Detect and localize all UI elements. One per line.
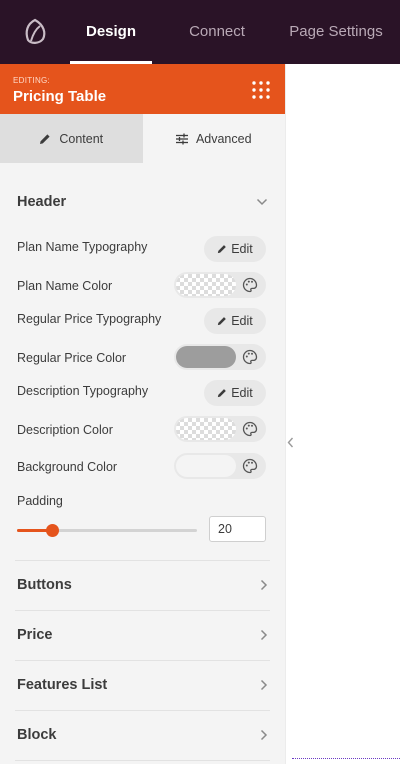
pencil-icon xyxy=(218,245,227,254)
chevron-down-icon xyxy=(256,198,268,206)
section-title-block: Block xyxy=(17,727,57,743)
section-price[interactable]: Price xyxy=(0,610,285,660)
padding-label: Padding xyxy=(17,494,63,508)
regular-price-color-label: Regular Price Color xyxy=(17,351,127,365)
padding-slider[interactable] xyxy=(17,524,197,537)
editing-label: EDITING: xyxy=(13,76,51,85)
description-color-picker[interactable] xyxy=(174,416,266,442)
divider xyxy=(15,760,270,761)
chevron-right-icon xyxy=(260,629,268,641)
section-title-buttons: Buttons xyxy=(17,577,72,593)
edit-label: Edit xyxy=(231,386,253,400)
regular-price-color-picker[interactable] xyxy=(174,344,266,370)
palette-icon[interactable] xyxy=(242,349,258,365)
description-color-label: Description Color xyxy=(17,423,113,437)
description-typography-label: Description Typography xyxy=(17,384,149,398)
palette-icon[interactable] xyxy=(242,421,258,437)
pencil-icon xyxy=(40,133,50,144)
color-swatch[interactable] xyxy=(176,455,236,477)
section-title-header: Header xyxy=(17,194,67,210)
seedprod-leaf-icon[interactable] xyxy=(0,0,70,64)
section-features-list[interactable]: Features List xyxy=(0,660,285,710)
plan-name-typography-label: Plan Name Typography xyxy=(17,240,148,254)
tab-advanced[interactable]: Advanced xyxy=(142,114,285,163)
section-block[interactable]: Block xyxy=(0,710,285,760)
plan-name-color-picker[interactable] xyxy=(174,272,266,298)
tab-content[interactable]: Content xyxy=(0,114,143,163)
chevron-right-icon xyxy=(260,579,268,591)
content-advanced-tabs: Content Advanced xyxy=(0,114,285,163)
color-swatch[interactable] xyxy=(176,418,236,440)
editing-header: EDITING: Pricing Table xyxy=(0,64,285,114)
pencil-icon xyxy=(218,389,227,398)
tab-page-settings[interactable]: Page Settings xyxy=(280,0,392,64)
sliders-icon xyxy=(175,133,188,144)
edit-label: Edit xyxy=(231,242,253,256)
section-header[interactable]: Header xyxy=(0,177,285,227)
chevron-left-icon xyxy=(287,437,293,447)
tab-advanced-label: Advanced xyxy=(195,131,252,146)
description-typography-edit-button[interactable]: Edit xyxy=(204,380,266,406)
padding-input[interactable] xyxy=(209,516,266,542)
editing-title: Pricing Table xyxy=(13,88,107,105)
regular-price-typography-label: Regular Price Typography xyxy=(17,312,162,326)
panel-edge xyxy=(285,64,286,764)
section-title-price: Price xyxy=(17,627,53,643)
canvas-selection-border xyxy=(292,758,400,759)
section-title-features-list: Features List xyxy=(17,677,108,693)
section-buttons[interactable]: Buttons xyxy=(0,560,285,610)
grid-dots-icon[interactable] xyxy=(251,80,271,100)
color-swatch[interactable] xyxy=(176,274,236,296)
background-color-label: Background Color xyxy=(17,460,118,474)
plan-name-color-label: Plan Name Color xyxy=(17,279,113,293)
tab-design[interactable]: Design xyxy=(70,0,152,64)
tab-connect[interactable]: Connect xyxy=(176,0,258,64)
top-navigation-bar: Design Connect Page Settings xyxy=(0,0,400,64)
padding-slider-handle[interactable] xyxy=(46,524,59,537)
chevron-right-icon xyxy=(260,729,268,741)
background-color-picker[interactable] xyxy=(174,453,266,479)
regular-price-typography-edit-button[interactable]: Edit xyxy=(204,308,266,334)
pencil-icon xyxy=(218,317,227,326)
palette-icon[interactable] xyxy=(242,277,258,293)
tab-content-label: Content xyxy=(59,131,104,146)
chevron-right-icon xyxy=(260,679,268,691)
edit-label: Edit xyxy=(231,314,253,328)
palette-icon[interactable] xyxy=(242,458,258,474)
collapse-panel-handle[interactable] xyxy=(285,425,295,459)
plan-name-typography-edit-button[interactable]: Edit xyxy=(204,236,266,262)
color-swatch[interactable] xyxy=(176,346,236,368)
